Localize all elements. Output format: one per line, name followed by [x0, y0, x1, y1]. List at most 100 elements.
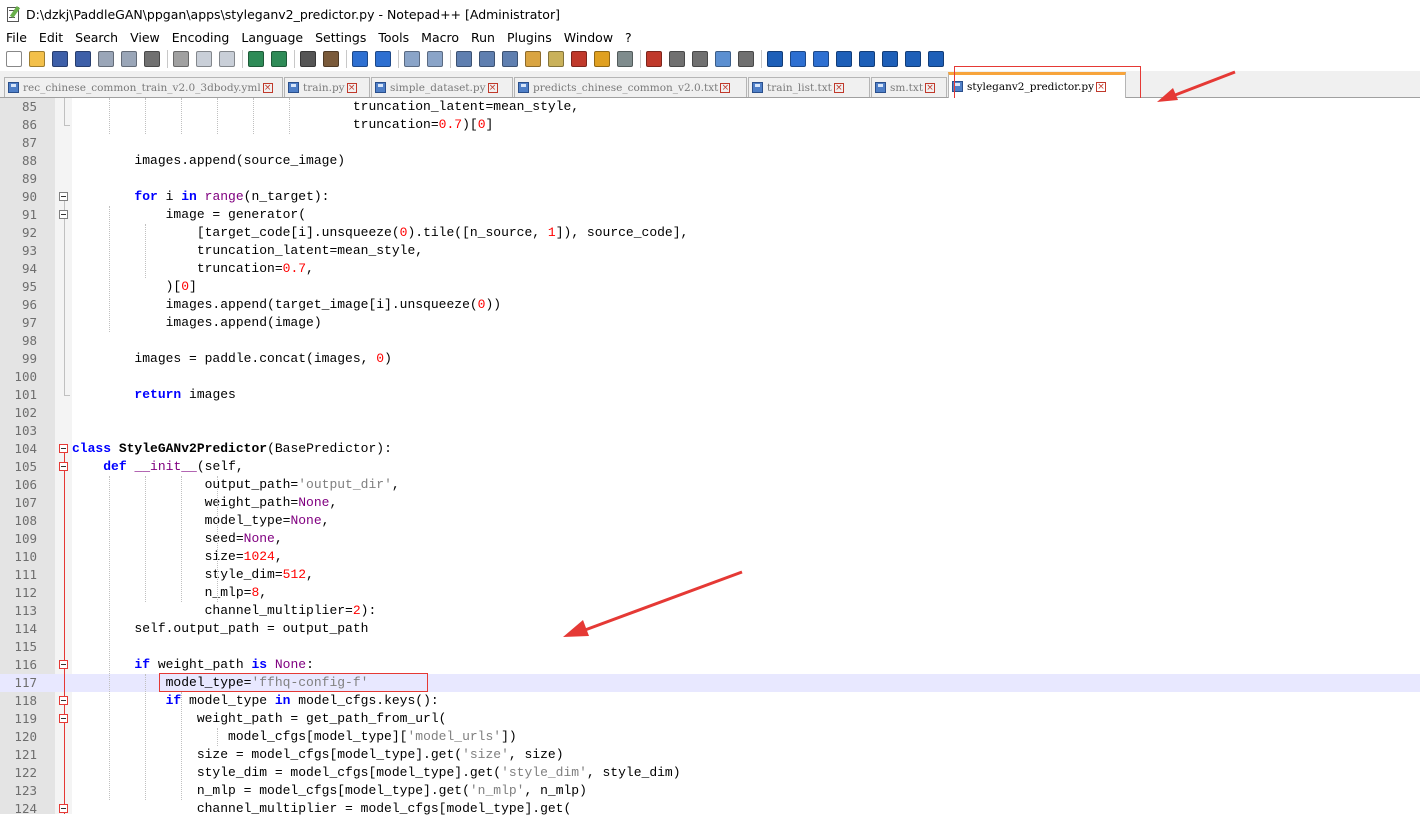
function-list-icon[interactable] — [571, 51, 587, 67]
menu-file[interactable]: File — [0, 28, 33, 47]
code-line[interactable]: 88 images.append(source_image) — [0, 152, 1420, 170]
undo-icon[interactable] — [248, 51, 264, 67]
print-icon[interactable] — [144, 51, 160, 67]
zoom-in-icon[interactable] — [352, 51, 368, 67]
code-line[interactable]: 109 seed=None, — [0, 530, 1420, 548]
close-tab-icon[interactable]: × — [833, 82, 844, 93]
user-defined-language-icon[interactable] — [525, 51, 541, 67]
show-all-chars-icon[interactable] — [479, 51, 495, 67]
code-line[interactable]: 94 truncation=0.7, — [0, 260, 1420, 278]
find-icon[interactable] — [300, 51, 316, 67]
fold-toggle-icon[interactable] — [59, 714, 68, 723]
fold-toggle-icon[interactable] — [59, 696, 68, 705]
menu-run[interactable]: Run — [465, 28, 501, 47]
code-line[interactable]: 86 truncation=0.7)[0] — [0, 116, 1420, 134]
code-line[interactable]: 124 channel_multiplier = model_cfgs[mode… — [0, 800, 1420, 818]
code-line[interactable]: 120 model_cfgs[model_type]['model_urls']… — [0, 728, 1420, 746]
tab-rec-chinese-common-train-v2-0-3dbody-yml[interactable]: rec_chinese_common_train_v2.0_3dbody.yml… — [4, 77, 283, 97]
menu-encoding[interactable]: Encoding — [166, 28, 236, 47]
close-icon[interactable] — [98, 51, 114, 67]
redo-icon[interactable] — [271, 51, 287, 67]
code-line[interactable]: 91 image = generator( — [0, 206, 1420, 224]
down-icon[interactable] — [882, 51, 898, 67]
run-macro-multiple-icon[interactable] — [715, 51, 731, 67]
close-tab-icon[interactable]: × — [720, 82, 731, 93]
move-down-icon[interactable] — [905, 51, 921, 67]
code-line[interactable]: 111 style_dim=512, — [0, 566, 1420, 584]
code-editor[interactable]: 85 truncation_latent=mean_style, 86 trunc… — [0, 98, 1420, 816]
close-tab-icon[interactable]: × — [262, 82, 273, 93]
code-line[interactable]: 119 weight_path = get_path_from_url( — [0, 710, 1420, 728]
save-all-icon[interactable] — [75, 51, 91, 67]
code-line[interactable]: 104 class StyleGANv2Predictor(BasePredict… — [0, 440, 1420, 458]
sync-vertical-icon[interactable] — [404, 51, 420, 67]
fold-toggle-icon[interactable] — [59, 660, 68, 669]
code-line[interactable]: 118 if model_type in model_cfgs.keys(): — [0, 692, 1420, 710]
code-line[interactable]: 85 truncation_latent=mean_style, — [0, 98, 1420, 116]
code-line[interactable]: 102 — [0, 404, 1420, 422]
fold-toggle-icon[interactable] — [59, 804, 68, 813]
code-line[interactable]: 90 for i in range(n_target): — [0, 188, 1420, 206]
code-line[interactable]: 89 — [0, 170, 1420, 188]
save-icon[interactable] — [52, 51, 68, 67]
tab-predicts-chinese-common-v2-0-txt[interactable]: predicts_chinese_common_v2.0.txt × — [514, 77, 747, 97]
fold-toggle-icon[interactable] — [59, 210, 68, 219]
document-map-icon[interactable] — [548, 51, 564, 67]
code-line[interactable]: 96 images.append(target_image[i].unsquee… — [0, 296, 1420, 314]
close-all-icon[interactable] — [121, 51, 137, 67]
code-line[interactable]: 99 images = paddle.concat(images, 0) — [0, 350, 1420, 368]
tab-train-list-txt[interactable]: train_list.txt × — [748, 77, 870, 97]
code-line[interactable]: 98 — [0, 332, 1420, 350]
word-wrap-icon[interactable] — [456, 51, 472, 67]
code-line[interactable]: 92 [target_code[i].unsqueeze(0).tile([n_… — [0, 224, 1420, 242]
close-tab-icon[interactable]: × — [346, 82, 357, 93]
tab-sm-txt[interactable]: sm.txt × — [871, 77, 947, 97]
stop-recording-icon[interactable] — [669, 51, 685, 67]
tab-train-py[interactable]: train.py × — [284, 77, 370, 97]
close-tab-icon[interactable]: × — [925, 82, 936, 93]
insert-icon[interactable] — [767, 51, 783, 67]
unfold-icon[interactable] — [813, 51, 829, 67]
menu-macro[interactable]: Macro — [415, 28, 465, 47]
move-up-icon[interactable] — [836, 51, 852, 67]
menu-search[interactable]: Search — [69, 28, 124, 47]
save-macro-icon[interactable] — [738, 51, 754, 67]
monitoring-icon[interactable] — [617, 51, 633, 67]
menu-plugins[interactable]: Plugins — [501, 28, 558, 47]
folder-as-workspace-icon[interactable] — [594, 51, 610, 67]
code-line[interactable]: 105 def __init__(self, — [0, 458, 1420, 476]
fold-toggle-icon[interactable] — [59, 462, 68, 471]
play-macro-icon[interactable] — [692, 51, 708, 67]
menu-window[interactable]: Window — [558, 28, 619, 47]
menu-settings[interactable]: Settings — [309, 28, 372, 47]
paste-icon[interactable] — [219, 51, 235, 67]
menu-help[interactable]: ? — [619, 28, 638, 47]
zoom-out-icon[interactable] — [375, 51, 391, 67]
fold-icon[interactable] — [790, 51, 806, 67]
new-icon[interactable] — [6, 51, 22, 67]
code-line[interactable]: 97 images.append(image) — [0, 314, 1420, 332]
sync-horizontal-icon[interactable] — [427, 51, 443, 67]
code-line[interactable]: 106 output_path='output_dir', — [0, 476, 1420, 494]
code-line[interactable]: 114 self.output_path = output_path — [0, 620, 1420, 638]
menu-edit[interactable]: Edit — [33, 28, 69, 47]
menu-view[interactable]: View — [124, 28, 166, 47]
fold-toggle-icon[interactable] — [59, 444, 68, 453]
code-line[interactable]: 113 channel_multiplier=2): — [0, 602, 1420, 620]
close-tab-icon[interactable]: × — [487, 82, 498, 93]
copy-icon[interactable] — [196, 51, 212, 67]
code-line[interactable]: 103 — [0, 422, 1420, 440]
code-line[interactable]: 93 truncation_latent=mean_style, — [0, 242, 1420, 260]
menu-language[interactable]: Language — [235, 28, 309, 47]
code-line[interactable]: 87 — [0, 134, 1420, 152]
cut-icon[interactable] — [173, 51, 189, 67]
record-macro-icon[interactable] — [646, 51, 662, 67]
fold-toggle-icon[interactable] — [59, 192, 68, 201]
up-icon[interactable] — [859, 51, 875, 67]
menu-tools[interactable]: Tools — [372, 28, 415, 47]
code-line[interactable]: 115 — [0, 638, 1420, 656]
code-line[interactable]: 121 size = model_cfgs[model_type].get('s… — [0, 746, 1420, 764]
code-line[interactable]: 95 )[0] — [0, 278, 1420, 296]
replace-icon[interactable] — [323, 51, 339, 67]
panel-icon[interactable] — [928, 51, 944, 67]
